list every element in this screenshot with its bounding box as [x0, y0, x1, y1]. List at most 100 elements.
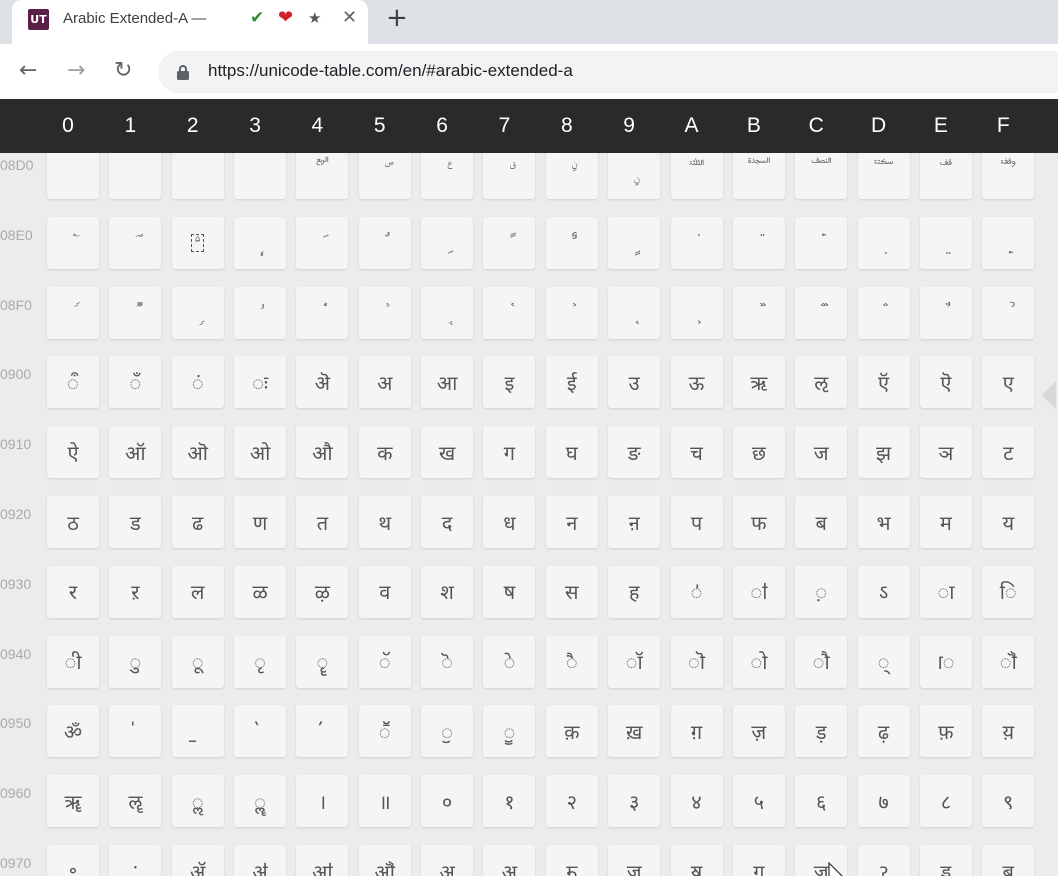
char-cell[interactable]: ६ [795, 775, 848, 828]
char-cell[interactable]: ं [171, 356, 224, 409]
char-cell[interactable]: ८ [919, 775, 972, 828]
char-cell[interactable]: ࣗ [483, 153, 536, 199]
char-cell[interactable]: य़ [982, 705, 1035, 758]
char-cell[interactable]: ࣸ [545, 286, 598, 339]
char-cell[interactable]: ࣷ [483, 286, 536, 339]
char-cell[interactable]: ॏ [982, 635, 1035, 688]
char-cell[interactable]: ࣤ [296, 216, 349, 269]
char-cell[interactable]: ू [171, 635, 224, 688]
char-cell[interactable]: ँ [109, 356, 162, 409]
char-cell[interactable]: १ [483, 775, 536, 828]
char-cell[interactable]: ग [483, 426, 536, 479]
char-cell[interactable]: ॢ [171, 775, 224, 828]
char-cell[interactable]: ࣳ [234, 286, 287, 339]
char-cell[interactable]: ह [608, 565, 661, 618]
char-cell[interactable]: े [483, 635, 536, 688]
char-cell[interactable]: ॺ [670, 845, 723, 876]
char-cell[interactable]: ࣴ [296, 286, 349, 339]
char-cell[interactable]: श [421, 565, 474, 618]
char-cell[interactable]: ऺ [670, 565, 723, 618]
char-cell[interactable]: ॖ [421, 705, 474, 758]
char-cell[interactable]: ॄ [296, 635, 349, 688]
char-cell[interactable]: ट [982, 426, 1035, 479]
char-cell[interactable]: ࣠ [47, 216, 99, 269]
char-cell[interactable]: ࣹ [608, 286, 661, 339]
char-cell[interactable]: स [545, 565, 598, 618]
char-cell[interactable]: ࣽ [857, 286, 910, 339]
char-cell[interactable]: ग़ [670, 705, 723, 758]
reload-icon[interactable]: ↻ [114, 59, 132, 83]
char-cell[interactable]: ऱ [109, 565, 162, 618]
char-cell[interactable]: ࣝ [857, 153, 910, 199]
char-cell[interactable]: फ [732, 496, 785, 548]
char-cell[interactable]: क़ [545, 705, 598, 758]
char-cell[interactable]: ࣭ [857, 216, 910, 269]
char-cell[interactable]: ऋ [732, 356, 785, 409]
char-cell[interactable]: ॵ [358, 845, 411, 876]
char-cell[interactable]: ॲ [171, 845, 224, 876]
char-cell[interactable]: क [358, 426, 411, 479]
char-cell[interactable]: न [545, 496, 598, 548]
char-cell[interactable]: ङ [608, 426, 661, 479]
char-cell[interactable]: ࣾ [919, 286, 972, 339]
char-cell[interactable]: ॓ [234, 705, 287, 758]
char-cell[interactable]: घ [545, 426, 598, 479]
char-cell[interactable]: ९ [982, 775, 1035, 828]
char-cell[interactable]: ल [171, 565, 224, 618]
char-cell[interactable]: ࣘ [545, 153, 598, 199]
char-cell[interactable]: ी [47, 635, 99, 688]
char-cell[interactable]: ࣮ [919, 216, 972, 269]
char-cell[interactable]: ऐ [47, 426, 99, 479]
char-cell[interactable]: ॽ [857, 845, 910, 876]
char-cell[interactable]: ७ [857, 775, 910, 828]
char-cell[interactable]: ॑ [109, 705, 162, 758]
char-cell[interactable]: ॻ [732, 845, 785, 876]
char-cell[interactable]: ए [982, 356, 1035, 409]
char-cell[interactable]: ॥ [358, 775, 411, 828]
char-cell[interactable]: ऀ [47, 356, 99, 409]
close-tab-icon[interactable]: ✕ [342, 7, 357, 28]
char-cell[interactable]: ࣟ [982, 153, 1035, 199]
char-cell[interactable]: ॰ [47, 845, 99, 876]
char-cell[interactable]: ऻ [732, 565, 785, 618]
char-cell[interactable]: ॊ [670, 635, 723, 688]
char-cell[interactable]: ख़ [608, 705, 661, 758]
char-cell[interactable] [47, 153, 99, 199]
char-cell[interactable]: ो [732, 635, 785, 688]
char-cell[interactable]: ࣱ [109, 286, 162, 339]
char-cell[interactable]: ु [109, 635, 162, 688]
char-cell[interactable]: ञ [919, 426, 972, 479]
char-cell[interactable]: ृ [234, 635, 287, 688]
char-cell[interactable]: ࣼ [795, 286, 848, 339]
char-cell[interactable]: ३ [608, 775, 661, 828]
char-cell[interactable] [234, 153, 287, 199]
char-cell[interactable]: द [421, 496, 474, 548]
char-cell[interactable]: ࣵ [358, 286, 411, 339]
char-cell[interactable]: । [296, 775, 349, 828]
char-cell[interactable]: भ [857, 496, 910, 548]
char-cell[interactable]: ॒ [171, 705, 224, 758]
char-cell[interactable]: ा [919, 565, 972, 618]
char-cell[interactable]: छ [732, 426, 785, 479]
char-cell[interactable]: ळ [234, 565, 287, 618]
char-cell[interactable] [171, 153, 224, 199]
char-cell[interactable]: ࣦ [421, 216, 474, 269]
char-cell[interactable]: ॳ [234, 845, 287, 876]
char-cell[interactable]: ढ [171, 496, 224, 548]
char-cell[interactable]: ॣ [234, 775, 287, 828]
char-cell[interactable]: ॕ [358, 705, 411, 758]
char-cell[interactable]: ࣛ [732, 153, 785, 199]
char-cell[interactable]: ड़ [795, 705, 848, 758]
char-cell[interactable]: ऴ [296, 565, 349, 618]
char-cell[interactable]: ब [795, 496, 848, 548]
char-cell[interactable]: ० [421, 775, 474, 828]
char-cell[interactable]: ण [234, 496, 287, 548]
char-cell[interactable]: ࣿ [982, 286, 1035, 339]
forward-arrow-icon[interactable]: → [67, 59, 85, 83]
char-cell[interactable]: ऌ [795, 356, 848, 409]
back-arrow-icon[interactable]: ← [19, 59, 37, 83]
char-cell[interactable]: ौ [795, 635, 848, 688]
char-cell[interactable]: ॠ [47, 775, 99, 828]
char-cell[interactable]: ओ [234, 426, 287, 479]
char-cell[interactable]: ऽ [857, 565, 910, 618]
